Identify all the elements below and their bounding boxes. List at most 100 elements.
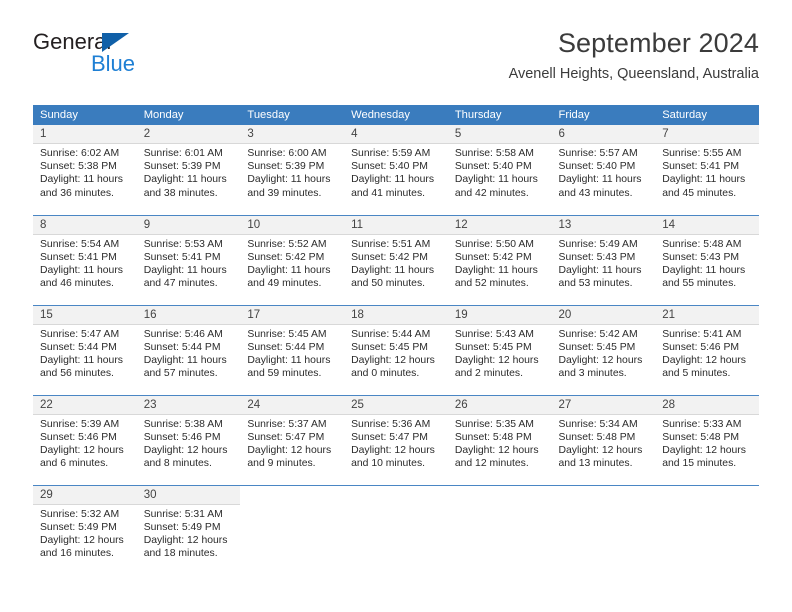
day-number: 2 — [136, 125, 241, 144]
day-number: 6 — [551, 125, 656, 144]
calendar-day-cell[interactable]: 16 Sunrise: 5:46 AM Sunset: 5:44 PM Dayligh… — [136, 304, 241, 395]
calendar-empty-cell — [344, 484, 448, 581]
calendar-day-cell[interactable]: 4 Sunrise: 5:59 AM Sunset: 5:40 PM Daylight… — [344, 125, 448, 215]
calendar-day-cell[interactable]: 5 Sunrise: 5:58 AM Sunset: 5:40 PM Daylight… — [447, 125, 552, 215]
daylight-line-2: and 6 minutes. — [40, 458, 109, 470]
sunrise-time: Sunrise: 5:39 AM — [40, 418, 120, 430]
day-cell-inner: 7 Sunrise: 5:55 AM Sunset: 5:41 PM Daylight… — [655, 125, 759, 215]
calendar-day-cell[interactable]: 21 Sunrise: 5:41 AM Sunset: 5:46 PM Dayligh… — [655, 304, 759, 395]
calendar-day-cell[interactable]: 8 Sunrise: 5:54 AM Sunset: 5:41 PM Daylight… — [33, 214, 137, 305]
day-number: 26 — [447, 395, 552, 415]
sunrise-time: Sunrise: 5:53 AM — [143, 238, 223, 250]
day-details: Sunrise: 5:52 AM Sunset: 5:42 PM Daylight:… — [240, 235, 344, 291]
day-details: Sunrise: 5:37 AM Sunset: 5:47 PM Daylight:… — [240, 415, 344, 471]
day-number — [448, 486, 552, 505]
calendar-day-cell[interactable]: 17 Sunrise: 5:45 AM Sunset: 5:44 PM Dayligh… — [240, 304, 345, 395]
day-cell-inner: 10 Sunrise: 5:52 AM Sunset: 5:42 PM Dayligh… — [240, 215, 345, 305]
calendar-day-cell[interactable]: 1 Sunrise: 6:02 AM Sunset: 5:38 PM Daylight… — [33, 125, 137, 215]
calendar-day-cell[interactable]: 12 Sunrise: 5:50 AM Sunset: 5:42 PM Dayligh… — [447, 214, 552, 305]
day-cell-inner: 26 Sunrise: 5:35 AM Sunset: 5:48 PM Dayligh… — [447, 395, 552, 485]
calendar-empty-cell — [551, 484, 656, 580]
daylight-line-2: and 41 minutes. — [351, 187, 426, 199]
day-number: 29 — [33, 485, 137, 505]
sunset-time: Sunset: 5:42 PM — [454, 251, 532, 263]
day-cell-inner: 25 Sunrise: 5:36 AM Sunset: 5:47 PM Dayligh… — [344, 395, 448, 485]
day-details: Sunrise: 5:57 AM Sunset: 5:40 PM Daylight:… — [552, 144, 656, 200]
general-blue-logo[interactable]: General Blue — [33, 30, 253, 86]
sunset-time: Sunset: 5:43 PM — [662, 251, 740, 263]
day-details: Sunrise: 5:54 AM Sunset: 5:41 PM Daylight:… — [33, 235, 137, 291]
sunrise-time: Sunrise: 5:32 AM — [40, 508, 120, 520]
daylight-line-2: and 49 minutes. — [247, 278, 322, 290]
calendar-day-cell[interactable]: 14 Sunrise: 5:48 AM Sunset: 5:43 PM Dayligh… — [655, 214, 759, 305]
day-details: Sunrise: 5:48 AM Sunset: 5:43 PM Daylight:… — [655, 235, 759, 291]
calendar-day-cell[interactable]: 26 Sunrise: 5:35 AM Sunset: 5:48 PM Dayligh… — [447, 394, 552, 485]
sunset-time: Sunset: 5:48 PM — [454, 431, 532, 443]
day-cell-inner: 6 Sunrise: 5:57 AM Sunset: 5:40 PM Daylight… — [551, 125, 656, 215]
day-details: Sunrise: 5:33 AM Sunset: 5:48 PM Daylight:… — [655, 415, 759, 471]
calendar-day-cell[interactable]: 29 Sunrise: 5:32 AM Sunset: 5:49 PM Dayligh… — [33, 484, 137, 580]
calendar-day-cell[interactable]: 11 Sunrise: 5:51 AM Sunset: 5:42 PM Dayligh… — [344, 214, 448, 305]
calendar-day-cell[interactable]: 24 Sunrise: 5:37 AM Sunset: 5:47 PM Dayligh… — [240, 394, 345, 485]
weekday-header-monday: Monday — [136, 105, 241, 125]
calendar-day-cell[interactable]: 22 Sunrise: 5:39 AM Sunset: 5:46 PM Dayligh… — [33, 394, 137, 485]
calendar-week-row: 22 Sunrise: 5:39 AM Sunset: 5:46 PM Dayligh… — [33, 394, 759, 485]
sunrise-time: Sunrise: 6:00 AM — [247, 148, 327, 159]
sunrise-time: Sunrise: 6:02 AM — [40, 148, 120, 159]
day-cell-inner: 21 Sunrise: 5:41 AM Sunset: 5:46 PM Dayligh… — [655, 305, 759, 395]
day-number: 24 — [240, 395, 345, 415]
calendar-day-cell[interactable]: 27 Sunrise: 5:34 AM Sunset: 5:48 PM Dayligh… — [551, 394, 656, 485]
sunset-time: Sunset: 5:41 PM — [662, 161, 740, 173]
daylight-line-1: Daylight: 11 hours — [40, 174, 123, 186]
calendar-day-cell[interactable]: 18 Sunrise: 5:44 AM Sunset: 5:45 PM Dayligh… — [344, 304, 448, 395]
daylight-line-2: and 50 minutes. — [351, 278, 426, 290]
day-number: 18 — [344, 305, 448, 325]
day-cell-inner: 28 Sunrise: 5:33 AM Sunset: 5:48 PM Dayligh… — [655, 395, 759, 485]
day-details: Sunrise: 6:02 AM Sunset: 5:38 PM Daylight:… — [33, 144, 137, 200]
day-cell-inner: 8 Sunrise: 5:54 AM Sunset: 5:41 PM Daylight… — [33, 215, 137, 305]
day-details: Sunrise: 5:39 AM Sunset: 5:46 PM Daylight:… — [33, 415, 137, 471]
daylight-line-2: and 59 minutes. — [247, 368, 322, 380]
weekday-header-saturday: Saturday — [655, 105, 759, 125]
day-cell-inner: 1 Sunrise: 6:02 AM Sunset: 5:38 PM Daylight… — [33, 125, 137, 215]
calendar-day-cell[interactable]: 9 Sunrise: 5:53 AM Sunset: 5:41 PM Daylight… — [136, 214, 241, 305]
day-cell-inner: 19 Sunrise: 5:43 AM Sunset: 5:45 PM Dayligh… — [447, 305, 552, 395]
daylight-line-2: and 16 minutes. — [40, 548, 114, 560]
calendar-day-cell[interactable]: 3 Sunrise: 6:00 AM Sunset: 5:39 PM Daylight… — [240, 125, 345, 215]
calendar-day-cell[interactable]: 15 Sunrise: 5:47 AM Sunset: 5:44 PM Dayligh… — [33, 304, 137, 395]
day-number — [655, 486, 759, 505]
sunset-time: Sunset: 5:46 PM — [662, 341, 740, 353]
day-number: 19 — [447, 305, 552, 325]
calendar-day-cell[interactable]: 7 Sunrise: 5:55 AM Sunset: 5:41 PM Daylight… — [655, 125, 759, 215]
day-cell-inner — [344, 486, 448, 581]
day-details: Sunrise: 5:51 AM Sunset: 5:42 PM Daylight:… — [344, 235, 448, 291]
day-details: Sunrise: 5:31 AM Sunset: 5:49 PM Daylight:… — [137, 505, 241, 561]
daylight-line-2: and 3 minutes. — [558, 368, 627, 380]
calendar-day-cell[interactable]: 30 Sunrise: 5:31 AM Sunset: 5:49 PM Dayligh… — [136, 484, 241, 580]
calendar-day-cell[interactable]: 6 Sunrise: 5:57 AM Sunset: 5:40 PM Daylight… — [551, 125, 656, 215]
sunset-time: Sunset: 5:40 PM — [454, 161, 532, 173]
day-number: 4 — [344, 125, 448, 144]
sunrise-time: Sunrise: 5:42 AM — [558, 328, 638, 340]
day-number — [552, 486, 656, 505]
calendar-day-cell[interactable]: 20 Sunrise: 5:42 AM Sunset: 5:45 PM Dayligh… — [551, 304, 656, 395]
calendar-day-cell[interactable]: 2 Sunrise: 6:01 AM Sunset: 5:39 PM Daylight… — [136, 125, 241, 215]
day-cell-inner: 3 Sunrise: 6:00 AM Sunset: 5:39 PM Daylight… — [240, 125, 345, 215]
day-number: 7 — [655, 125, 759, 144]
sunset-time: Sunset: 5:48 PM — [558, 431, 636, 443]
calendar-day-cell[interactable]: 28 Sunrise: 5:33 AM Sunset: 5:48 PM Dayligh… — [655, 394, 759, 485]
calendar-day-cell[interactable]: 25 Sunrise: 5:36 AM Sunset: 5:47 PM Dayligh… — [344, 394, 448, 485]
daylight-line-2: and 5 minutes. — [662, 368, 731, 380]
calendar-day-cell[interactable]: 23 Sunrise: 5:38 AM Sunset: 5:46 PM Dayligh… — [136, 394, 241, 485]
calendar-day-cell[interactable]: 19 Sunrise: 5:43 AM Sunset: 5:45 PM Dayligh… — [447, 304, 552, 395]
calendar-week-row: 1 Sunrise: 6:02 AM Sunset: 5:38 PM Daylight… — [33, 125, 759, 215]
day-details: Sunrise: 5:45 AM Sunset: 5:44 PM Daylight:… — [240, 325, 344, 381]
calendar-empty-cell — [447, 484, 552, 580]
calendar-day-cell[interactable]: 10 Sunrise: 5:52 AM Sunset: 5:42 PM Dayligh… — [240, 214, 345, 305]
daylight-line-2: and 0 minutes. — [351, 368, 420, 380]
calendar-day-cell[interactable]: 13 Sunrise: 5:49 AM Sunset: 5:43 PM Dayligh… — [551, 214, 656, 305]
daylight-line-1: Daylight: 11 hours — [247, 264, 331, 276]
calendar-empty-cell — [655, 484, 759, 580]
daylight-line-1: Daylight: 11 hours — [558, 174, 642, 186]
day-cell-inner: 22 Sunrise: 5:39 AM Sunset: 5:46 PM Dayligh… — [33, 395, 137, 485]
